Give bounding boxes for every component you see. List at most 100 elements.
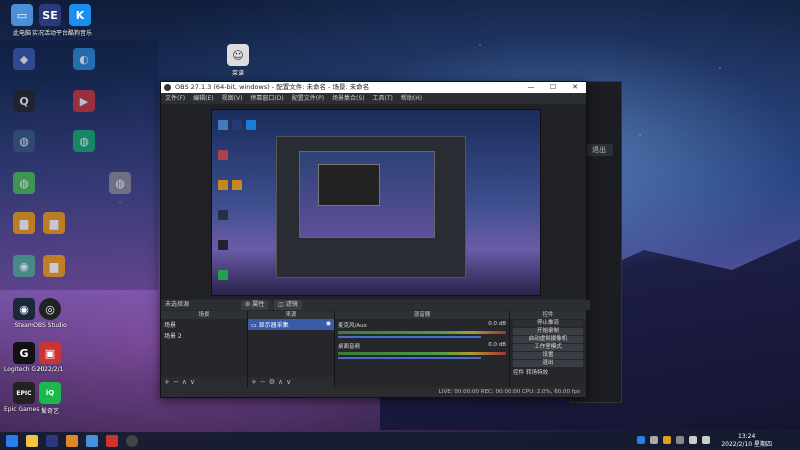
nested-preview xyxy=(276,136,466,278)
volume-slider[interactable] xyxy=(338,336,481,338)
ghost-icon: ◍ xyxy=(4,172,44,196)
close-icon[interactable]: ✕ xyxy=(564,82,586,93)
exit-button[interactable]: 退出 xyxy=(585,144,613,156)
stop-streaming-button[interactable]: 停止推流 xyxy=(513,320,583,327)
ghost-icon: ▆ xyxy=(34,255,74,279)
menu-edit[interactable]: 编辑(E) xyxy=(193,93,213,104)
mixer-channel-desktop: 桌面音频 0.0 dB xyxy=(335,340,509,361)
scenes-footer[interactable]: +−∧∨ xyxy=(161,377,247,387)
menu-scene-collection[interactable]: 场景集合(S) xyxy=(332,93,365,104)
media-icon: ▶ xyxy=(73,90,95,112)
app-icon[interactable] xyxy=(106,435,118,447)
properties-label: 属性 xyxy=(252,301,265,308)
menu-docks[interactable]: 停靠窗口(D) xyxy=(250,93,283,104)
obs-icon: ◎ xyxy=(39,298,61,320)
scene-item[interactable]: 场景 xyxy=(161,319,247,330)
sources-header: 来源 xyxy=(248,311,334,319)
system-tray xyxy=(637,436,710,444)
eye-icon[interactable]: ◉ xyxy=(326,320,331,327)
clock-date: 2022/2/10 星期四 xyxy=(721,441,772,448)
monitor-icon: ▭ xyxy=(251,322,259,329)
taskbar: 13:24 2022/2/10 星期四 xyxy=(0,432,800,450)
app-icon[interactable] xyxy=(86,435,98,447)
network-icon[interactable] xyxy=(702,436,710,444)
obs-window: OBS 27.1.3 (64-bit, windows) - 配置文件: 未命名… xyxy=(160,81,590,398)
minimize-icon[interactable]: — xyxy=(520,82,542,93)
menu-tools[interactable]: 工具(T) xyxy=(373,93,393,104)
preview-area xyxy=(161,104,586,299)
folder-icon: ▆ xyxy=(43,255,65,277)
menu-help[interactable]: 帮助(H) xyxy=(401,93,422,104)
start-icon[interactable] xyxy=(6,435,18,447)
desktop-icon-obs[interactable]: ◎ OBS Studio xyxy=(30,298,70,329)
no-source-label: 未选择源 xyxy=(165,301,190,308)
folder-icon: ▆ xyxy=(13,212,35,234)
clock[interactable]: 13:24 2022/2/10 星期四 xyxy=(721,433,772,449)
tray-icon[interactable] xyxy=(663,436,671,444)
speaker-icon[interactable] xyxy=(689,436,697,444)
source-toolbar: 未选择源 ⚙ 属性 ◫ 滤镜 xyxy=(161,300,590,310)
menu-view[interactable]: 视图(V) xyxy=(222,93,243,104)
scene-item[interactable]: 场景 2 xyxy=(161,330,247,341)
file-icon: ▣ xyxy=(39,342,61,364)
desktop-icon-kugou[interactable]: K 酷狗音乐 xyxy=(60,4,100,37)
channel-db: 0.0 dB xyxy=(488,321,506,327)
mixer-dock: 混音器 麦克风/Aux 0.0 dB 桌面音频 0.0 dB xyxy=(335,311,509,387)
app-icon[interactable] xyxy=(66,435,78,447)
docks: 场景 场景 场景 2 +−∧∨ 来源 ▭ 显示器采集 ◉ +−⚙∧∨ 混音器 麦… xyxy=(161,311,586,387)
nested-preview-2 xyxy=(299,151,435,238)
controls-header: 控件 xyxy=(510,311,586,319)
se-app-icon: SE xyxy=(39,4,61,26)
virtual-camera-button[interactable]: 启动虚拟摄像机 xyxy=(513,336,583,343)
app-icon: ◍ xyxy=(109,172,131,194)
tray-icon[interactable] xyxy=(650,436,658,444)
app-icon[interactable] xyxy=(46,435,58,447)
properties-button[interactable]: ⚙ 属性 xyxy=(240,300,269,310)
desktop-icon-file[interactable]: ▣ 2022/2/1 xyxy=(30,342,70,373)
desktop-icon-recipe[interactable]: ☺ 菜谱 xyxy=(218,44,258,77)
settings-button[interactable]: 设置 xyxy=(513,352,583,359)
start-recording-button[interactable]: 开始录制 xyxy=(513,328,583,335)
tab-transitions[interactable]: 转场特效 xyxy=(526,368,548,376)
tab-controls[interactable]: 控件 xyxy=(513,368,524,376)
tray-icon[interactable] xyxy=(676,436,684,444)
ghost-icon: ▶ xyxy=(64,90,104,114)
scenes-header: 场景 xyxy=(161,311,247,319)
volume-meter xyxy=(338,331,506,334)
app-icon: ◍ xyxy=(13,130,35,152)
clock-time: 13:24 xyxy=(738,433,756,440)
shield-icon: ◆ xyxy=(13,48,35,70)
window-title: OBS 27.1.3 (64-bit, windows) - 配置文件: 未命名… xyxy=(175,83,370,91)
app-icon: ◍ xyxy=(13,172,35,194)
preview-canvas[interactable] xyxy=(211,109,541,296)
file-explorer-icon[interactable] xyxy=(26,435,38,447)
menu-bar: 文件(F) 编辑(E) 视图(V) 停靠窗口(D) 配置文件(P) 场景集合(S… xyxy=(161,93,586,104)
menu-profile[interactable]: 配置文件(P) xyxy=(292,93,324,104)
obs-taskbar-icon[interactable] xyxy=(126,435,138,447)
remote-desktop-overlay xyxy=(0,40,158,290)
sources-footer[interactable]: +−⚙∧∨ xyxy=(248,377,334,387)
sources-dock: 来源 ▭ 显示器采集 ◉ +−⚙∧∨ xyxy=(248,311,334,387)
studio-mode-button[interactable]: 工作室模式 xyxy=(513,344,583,351)
edge-icon: ◐ xyxy=(73,48,95,70)
ghost-icon: ◍ xyxy=(100,172,140,196)
kugou-icon: K xyxy=(69,4,91,26)
controls-dock: 控件 停止推流 开始录制 启动虚拟摄像机 工作室模式 设置 退出 控件 转场特效 xyxy=(510,311,586,387)
exit-button[interactable]: 退出 xyxy=(513,360,583,367)
desktop-icon-iqiyi[interactable]: iQ 爱奇艺 xyxy=(30,382,70,415)
scenes-dock: 场景 场景 场景 2 +−∧∨ xyxy=(161,311,247,387)
menu-file[interactable]: 文件(F) xyxy=(165,93,185,104)
ghost-icon: Q xyxy=(4,90,44,114)
mixer-channel-mic: 麦克风/Aux 0.0 dB xyxy=(335,319,509,340)
filters-button[interactable]: ◫ 滤镜 xyxy=(274,300,302,310)
source-label: 显示器采集 xyxy=(258,322,289,329)
volume-slider[interactable] xyxy=(338,357,481,359)
volume-meter xyxy=(338,352,506,355)
channel-name: 桌面音频 xyxy=(338,344,361,350)
ghost-icon: ◍ xyxy=(4,130,44,154)
maximize-icon[interactable]: ☐ xyxy=(542,82,564,93)
app-icon: ◍ xyxy=(73,130,95,152)
source-item[interactable]: ▭ 显示器采集 ◉ xyxy=(248,319,334,330)
channel-name: 麦克风/Aux xyxy=(338,323,367,329)
tray-icon[interactable] xyxy=(637,436,645,444)
